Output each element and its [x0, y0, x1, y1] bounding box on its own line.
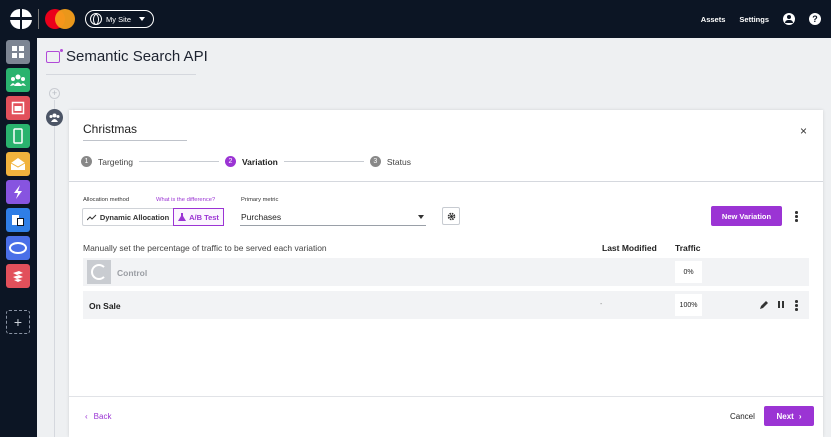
step-1-number: 1: [81, 156, 92, 167]
variation-panel: Christmas × 1 Targeting 2 Variation 3 St…: [69, 110, 823, 437]
next-label: Next: [776, 411, 794, 421]
variation-name: On Sale: [89, 301, 121, 311]
help-icon[interactable]: ?: [809, 13, 821, 25]
chevron-left-icon: ‹: [85, 412, 88, 421]
control-thumbnail-icon: [87, 260, 111, 284]
rail-item-mobile[interactable]: [6, 124, 30, 148]
table-row[interactable]: On Sale - 100%: [83, 291, 809, 319]
step-3-number: 3: [369, 156, 381, 167]
chevron-down-icon: [139, 17, 146, 21]
traffic-input[interactable]: 100%: [675, 294, 702, 316]
chevron-right-icon: ›: [798, 411, 802, 421]
rail-item-stack[interactable]: [6, 264, 30, 288]
divider: [69, 181, 823, 182]
back-button[interactable]: ‹ Back: [85, 412, 111, 421]
next-button[interactable]: Next ›: [764, 406, 814, 426]
brand-logo-icon: [45, 9, 75, 29]
row-more-options-icon[interactable]: [795, 300, 798, 311]
step-targeting[interactable]: Targeting: [98, 157, 133, 167]
new-variation-button[interactable]: New Variation: [711, 206, 782, 226]
left-rail: +: [0, 38, 37, 437]
experiment-icon: [46, 48, 63, 63]
rail-item-pages[interactable]: [6, 208, 30, 232]
ab-test-label: A/B Test: [189, 212, 219, 222]
app-logo[interactable]: [8, 6, 34, 32]
stack-icon: [13, 271, 23, 282]
flow-line: [54, 100, 55, 437]
trend-icon: [86, 214, 97, 220]
rail-item-dashboard[interactable]: [6, 40, 30, 64]
step-status[interactable]: Status: [387, 157, 411, 167]
page-header: Semantic Search API: [46, 48, 208, 65]
rail-item-layout[interactable]: [6, 96, 30, 120]
ab-test-option[interactable]: A/B Test: [173, 208, 224, 226]
pause-icon[interactable]: [778, 301, 784, 308]
variation-name: Control: [117, 268, 148, 278]
edit-icon[interactable]: [759, 299, 769, 311]
rail-item-automation[interactable]: [6, 180, 30, 204]
experience-name-field[interactable]: Christmas: [83, 122, 187, 141]
step-variation[interactable]: Variation: [242, 157, 278, 167]
dashboard-icon: [12, 46, 24, 58]
allocation-toggle: Dynamic Allocation A/B Test: [82, 208, 224, 226]
email-icon: [10, 158, 26, 170]
user-icon[interactable]: [783, 13, 795, 25]
allocation-help-link[interactable]: What is the difference?: [156, 197, 215, 203]
traffic-input[interactable]: 0%: [675, 261, 702, 283]
nav-settings[interactable]: Settings: [739, 15, 769, 24]
primary-metric-value: Purchases: [241, 212, 282, 222]
eye-icon: [9, 242, 27, 254]
step-connector: [138, 161, 219, 162]
dynamic-allocation-option[interactable]: Dynamic Allocation: [83, 209, 173, 225]
nav-assets[interactable]: Assets: [701, 15, 726, 24]
close-icon[interactable]: ×: [800, 124, 807, 138]
rail-item-audience[interactable]: [6, 68, 30, 92]
cancel-button[interactable]: Cancel: [730, 412, 755, 421]
layout-icon: [11, 101, 25, 115]
column-header-traffic: Traffic: [675, 243, 701, 253]
divider: [46, 74, 196, 75]
more-options-icon[interactable]: [795, 211, 798, 222]
plus-icon: +: [13, 314, 23, 330]
site-selector[interactable]: My Site: [85, 10, 155, 28]
page-title: Semantic Search API: [66, 48, 208, 65]
step-2-number: 2: [224, 156, 236, 167]
site-selector-label: My Site: [106, 14, 132, 24]
flask-icon: [178, 213, 187, 221]
audience-node-icon[interactable]: [46, 109, 63, 126]
divider: [38, 9, 39, 29]
back-label: Back: [93, 412, 112, 421]
chevron-down-icon: [418, 215, 424, 219]
metric-settings-button[interactable]: [442, 207, 460, 225]
bolt-icon: [14, 185, 22, 199]
rail-item-email[interactable]: [6, 152, 30, 176]
dynamic-allocation-label: Dynamic Allocation: [99, 212, 170, 222]
divider: [69, 396, 823, 397]
step-connector: [283, 161, 364, 162]
pages-icon: [12, 215, 24, 226]
primary-metric-select[interactable]: Purchases: [240, 208, 426, 226]
last-modified-value: -: [600, 301, 603, 308]
globe-icon: [90, 13, 102, 25]
mobile-icon: [13, 128, 23, 144]
primary-metric-label: Primary metric: [241, 197, 279, 203]
table-caption: Manually set the percentage of traffic t…: [83, 243, 327, 253]
table-row[interactable]: Control 0%: [83, 258, 809, 286]
column-header-last-modified: Last Modified: [602, 243, 657, 253]
stepper: 1 Targeting 2 Variation 3 Status: [81, 156, 411, 167]
allocation-method-label: Allocation method: [83, 197, 130, 203]
add-step-button[interactable]: +: [49, 88, 60, 99]
rail-add-button[interactable]: +: [6, 310, 30, 334]
gear-icon: [447, 212, 455, 220]
top-bar: My Site Assets Settings ?: [0, 0, 831, 38]
audience-icon: [10, 74, 26, 86]
rail-item-insights[interactable]: [6, 236, 30, 260]
